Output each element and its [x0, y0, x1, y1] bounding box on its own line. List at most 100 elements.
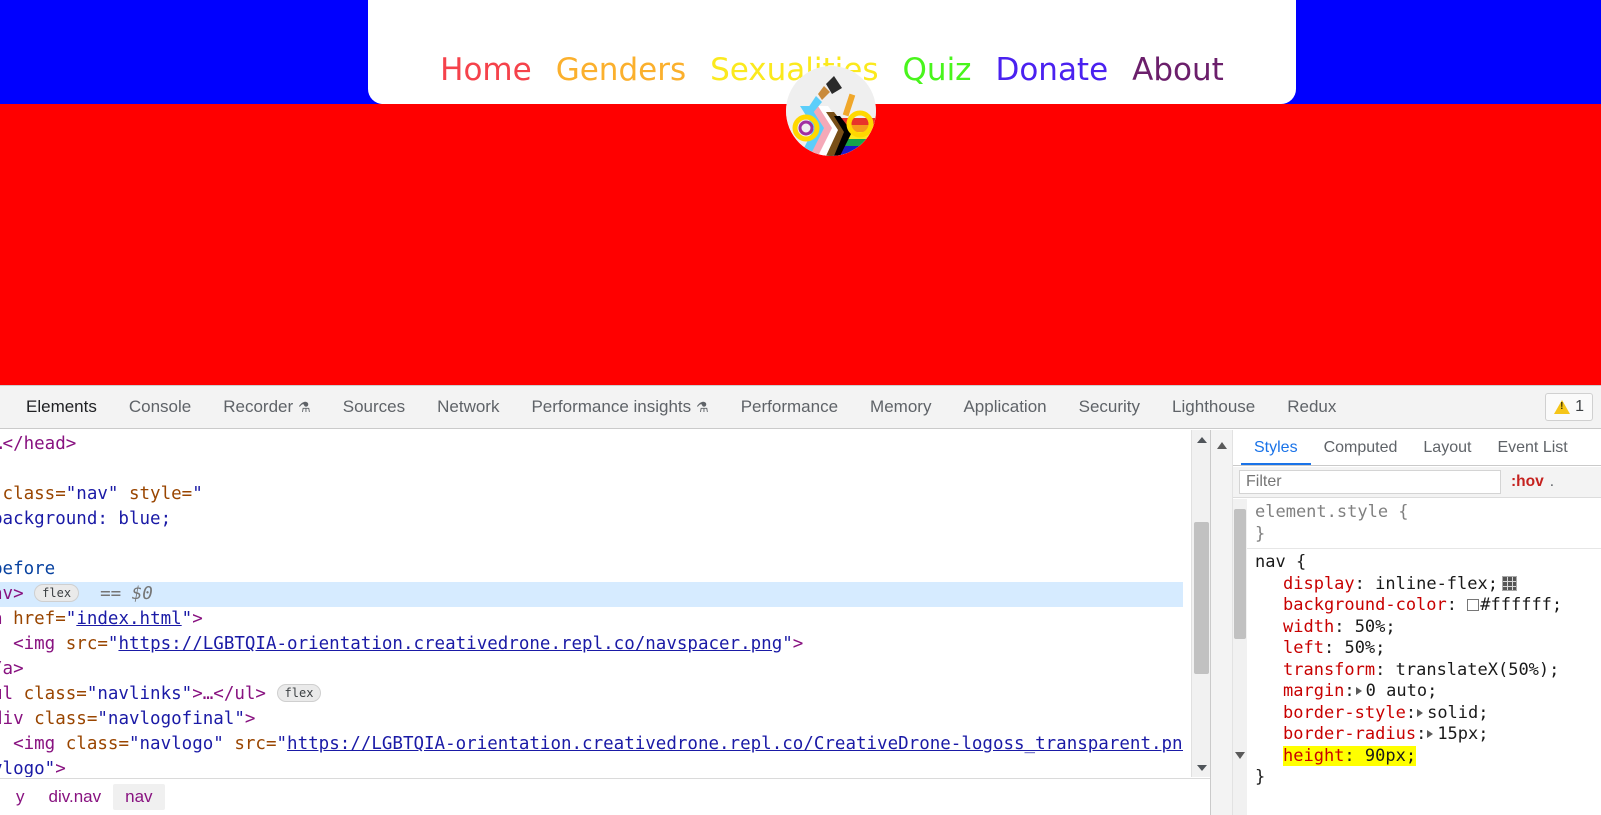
styles-tab-computed[interactable]: Computed	[1311, 430, 1411, 465]
dom-tree[interactable]: …</head> class="nav" style=" background: …	[0, 430, 1183, 777]
css-colon: :	[1344, 681, 1355, 701]
devtools-tab-memory[interactable]: Memory	[854, 386, 947, 428]
nav-link-about[interactable]: About	[1132, 52, 1224, 88]
css-rule-block: element.style {}	[1247, 501, 1601, 546]
devtools-tab-recorder[interactable]: Recorder ⚗	[207, 386, 326, 428]
nav-item: About	[1132, 55, 1224, 86]
experiment-flask-icon: ⚗	[298, 399, 311, 415]
css-property-value[interactable]: translateX(50%);	[1396, 660, 1560, 680]
dom-line-a-href[interactable]: a href="index.html">	[0, 607, 1183, 632]
devtools-tab-security[interactable]: Security	[1063, 386, 1156, 428]
breadcrumb-item-y[interactable]: y	[4, 784, 37, 810]
devtools-tab-redux[interactable]: Redux	[1271, 386, 1352, 428]
chevron-right-icon[interactable]	[1427, 730, 1434, 738]
devtools-tab-label: Lighthouse	[1172, 397, 1256, 416]
css-declaration-border-style[interactable]: border-style: solid;	[1255, 703, 1601, 725]
css-declaration-transform[interactable]: transform: translateX(50%);	[1255, 660, 1601, 682]
dom-line-ul-navlinks[interactable]: ul class="navlinks">…</ul> flex	[0, 682, 1183, 707]
dom-line-head-close[interactable]: …</head>	[0, 432, 1183, 457]
styles-filter-input[interactable]	[1239, 470, 1501, 494]
css-property-name: height	[1283, 745, 1345, 766]
css-property-name: width	[1283, 616, 1335, 637]
dom-line-nav-selected[interactable]: av> flex == $0	[0, 582, 1183, 607]
styles-collapse-toggle[interactable]	[1211, 430, 1233, 815]
dom-line-style-bg[interactable]: background: blue;	[0, 507, 1183, 532]
css-property-value[interactable]: 0 auto;	[1366, 681, 1438, 701]
css-property-value[interactable]: #ffffff;	[1480, 595, 1562, 615]
css-rule-block: nav {display: inline-flex; background-col…	[1247, 548, 1601, 790]
styles-more-button[interactable]: .	[1550, 473, 1554, 491]
devtools-tab-application[interactable]: Application	[947, 386, 1062, 428]
styles-tab-event-list[interactable]: Event List	[1484, 430, 1580, 465]
nav-link-genders[interactable]: Genders	[556, 52, 686, 88]
css-colon: :	[1323, 638, 1335, 658]
dom-line-vlogo[interactable]: vlogo">	[0, 757, 1183, 777]
nav-link-donate[interactable]: Donate	[995, 52, 1108, 88]
css-declaration-height[interactable]: height: 90px;	[1255, 745, 1601, 768]
warning-triangle-icon	[1554, 400, 1571, 414]
breadcrumb-item-div-nav[interactable]: div.nav	[37, 784, 114, 810]
css-declaration-background-color[interactable]: background-color: #ffffff;	[1255, 595, 1601, 617]
css-property-value[interactable]: 90px;	[1365, 746, 1416, 766]
css-declaration-display[interactable]: display: inline-flex;	[1255, 574, 1601, 596]
css-colon: :	[1334, 616, 1345, 637]
css-property-name: background-color	[1283, 595, 1447, 615]
css-selector[interactable]: element.style {	[1255, 502, 1601, 524]
devtools-tab-performance-insights[interactable]: Performance insights ⚗	[515, 386, 724, 428]
dom-line-img-spacer[interactable]: <img src="https://LGBTQIA-orientation.cr…	[0, 632, 1183, 657]
force-hover-state-button[interactable]: :hov	[1511, 473, 1544, 491]
devtools-tab-console[interactable]: Console	[113, 386, 207, 428]
dom-line-blank1[interactable]	[0, 457, 1183, 482]
styles-scroll-down-icon[interactable]	[1235, 752, 1245, 759]
styles-scrollbar[interactable]	[1233, 499, 1247, 815]
devtools-tab-label: Network	[437, 397, 500, 416]
styles-rules-area: element.style {} nav {display: inline-fle…	[1233, 499, 1601, 815]
dom-line-a-close[interactable]: /a>	[0, 657, 1183, 682]
dom-line-img-navlogo[interactable]: <img class="navlogo" src="https://LGBTQI…	[0, 732, 1183, 757]
devtools-tab-performance[interactable]: Performance	[725, 386, 854, 428]
dom-line-before[interactable]: before	[0, 557, 1183, 582]
devtools-tab-sources[interactable]: Sources	[327, 386, 421, 428]
devtools-warning-badge[interactable]: 1	[1545, 393, 1593, 421]
css-property-value[interactable]: 50%;	[1344, 638, 1385, 658]
css-declaration-border-radius[interactable]: border-radius: 15px;	[1255, 724, 1601, 746]
css-declaration-left[interactable]: left: 50%;	[1255, 638, 1601, 660]
dom-tree-scrollbar[interactable]	[1191, 430, 1210, 777]
devtools-tab-label: Security	[1078, 397, 1141, 416]
nav-logo-container[interactable]	[786, 66, 876, 156]
dom-line-div-nav-open[interactable]: class="nav" style="	[0, 482, 1183, 507]
devtools-tab-label: Performance	[740, 397, 839, 416]
css-property-value[interactable]: 15px;	[1437, 724, 1488, 744]
breadcrumb-item-nav[interactable]: nav	[113, 784, 165, 810]
css-declaration-margin[interactable]: margin: 0 auto;	[1255, 681, 1601, 703]
nav-link-quiz[interactable]: Quiz	[903, 52, 972, 88]
devtools-tab-label: Sources	[342, 397, 406, 416]
creative-drone-logo-icon	[786, 66, 876, 156]
css-declaration-width[interactable]: width: 50%;	[1255, 617, 1601, 639]
styles-tab-styles[interactable]: Styles	[1241, 430, 1311, 465]
css-property-value[interactable]: 50%;	[1355, 617, 1396, 637]
scroll-up-arrow-icon[interactable]	[1192, 430, 1210, 449]
flexbox-editor-icon[interactable]	[1501, 575, 1517, 591]
scroll-down-arrow-icon[interactable]	[1192, 758, 1210, 777]
css-colon: :	[1354, 573, 1365, 594]
color-swatch-icon[interactable]	[1467, 599, 1480, 611]
css-colon: :	[1446, 595, 1458, 615]
dom-line-blank2[interactable]	[0, 532, 1183, 557]
css-selector[interactable]: nav {	[1255, 552, 1601, 574]
dom-line-div-logofinal[interactable]: div class="navlogofinal">	[0, 707, 1183, 732]
elements-dom-pane: …</head> class="nav" style=" background: …	[0, 430, 1211, 815]
devtools-tab-elements[interactable]: Elements	[10, 386, 113, 428]
css-property-value[interactable]: solid;	[1427, 703, 1488, 723]
css-property-value[interactable]: inline-flex;	[1375, 574, 1498, 594]
styles-tab-layout[interactable]: Layout	[1410, 430, 1484, 465]
styles-scrollbar-thumb[interactable]	[1234, 509, 1246, 639]
devtools-tab-network[interactable]: Network	[421, 386, 515, 428]
nav-link-home[interactable]: Home	[440, 52, 532, 88]
devtools-tab-label: Recorder	[223, 397, 294, 416]
devtools-tab-label: Memory	[870, 397, 932, 416]
chevron-right-icon[interactable]	[1417, 708, 1424, 717]
devtools-tab-lighthouse[interactable]: Lighthouse	[1156, 386, 1271, 428]
chevron-right-icon[interactable]	[1355, 687, 1362, 695]
scrollbar-thumb[interactable]	[1194, 522, 1209, 674]
